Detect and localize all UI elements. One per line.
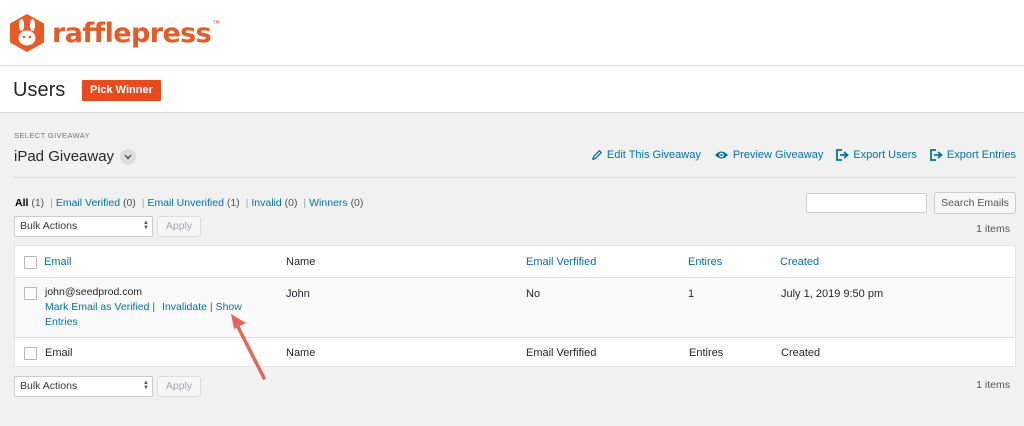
separator: | <box>50 197 53 209</box>
bulk-actions-select-top[interactable]: Bulk Actions ▲ ▼ <box>14 216 153 237</box>
select-giveaway-label: SELECT GIVEAWAY <box>14 131 91 140</box>
giveaway-actions: Edit This Giveaway Preview Giveaway Expo… <box>591 149 1016 161</box>
invalidate-link[interactable]: Invalidate <box>162 301 207 313</box>
export-entries-link[interactable]: Export Entries <box>930 149 1016 161</box>
edit-giveaway-label: Edit This Giveaway <box>606 149 701 161</box>
rafflepress-logo[interactable]: rafflepress ™ <box>8 13 220 53</box>
row-entries: 1 <box>688 288 695 300</box>
search-input[interactable] <box>806 193 927 213</box>
column-created[interactable]: Created <box>780 256 819 268</box>
apply-button-top[interactable]: Apply <box>157 216 201 237</box>
footer-column-name: Name <box>286 347 316 359</box>
column-email[interactable]: Email <box>44 256 72 268</box>
table-footer-row: Email Name Email Verfified Entires Creat… <box>15 338 1015 368</box>
apply-button-bottom[interactable]: Apply <box>157 376 201 397</box>
export-users-label: Export Users <box>853 149 917 161</box>
eye-icon <box>714 151 728 159</box>
separator: | <box>245 197 249 209</box>
column-name: Name <box>286 256 316 268</box>
top-bar: rafflepress ™ <box>0 0 1024 66</box>
items-count-top: 1 items <box>976 223 1010 235</box>
filter-email-unverified[interactable]: Email Unverified <box>147 197 223 209</box>
column-entries[interactable]: Entires <box>688 256 722 268</box>
separator: | <box>303 197 307 209</box>
mark-verified-link[interactable]: Mark Email as Verified <box>45 301 149 313</box>
pointer-arrow-icon <box>231 314 266 380</box>
footer-column-email-verified[interactable]: Email Verfified <box>526 347 596 359</box>
footer-column-created[interactable]: Created <box>781 347 820 359</box>
export-icon <box>930 149 943 161</box>
filter-count: (0) <box>284 197 298 209</box>
row-name: John <box>286 288 310 300</box>
export-entries-label: Export Entries <box>946 149 1016 161</box>
separator: | <box>141 197 145 209</box>
row-email: john@seedprod.com <box>45 286 143 298</box>
giveaway-selector[interactable]: iPad Giveaway <box>14 148 137 165</box>
export-users-link[interactable]: Export Users <box>836 149 917 161</box>
preview-giveaway-label: Preview Giveaway <box>732 149 824 161</box>
rafflepress-logo-icon <box>10 14 44 52</box>
brand-name: rafflepress <box>52 17 212 49</box>
filter-winners[interactable]: Winners <box>309 197 348 209</box>
giveaway-name: iPad Giveaway <box>14 148 115 165</box>
row-checkbox[interactable] <box>24 287 37 300</box>
preview-giveaway-link[interactable]: Preview Giveaway <box>714 149 823 161</box>
export-icon <box>836 149 850 161</box>
row-created: July 1, 2019 9:50 pm <box>781 288 884 300</box>
footer-column-entries[interactable]: Entires <box>689 347 723 359</box>
bulk-actions-select-bottom[interactable]: Bulk Actions ▲ ▼ <box>14 376 153 397</box>
bulk-actions-label: Bulk Actions <box>20 220 78 232</box>
select-all-checkbox[interactable] <box>24 256 37 269</box>
select-all-checkbox-footer[interactable] <box>24 347 37 360</box>
page-title: Users <box>13 79 66 101</box>
row-verified: No <box>526 288 541 300</box>
filter-count: (0) <box>350 197 364 209</box>
select-arrows-icon: ▲ ▼ <box>143 220 149 231</box>
trademark: ™ <box>212 18 221 28</box>
select-arrows-icon: ▲ ▼ <box>143 380 149 391</box>
filter-count: (1) <box>226 197 240 209</box>
filter-count: (0) <box>122 197 136 209</box>
chevron-down-icon[interactable] <box>120 148 137 165</box>
separator: | <box>209 301 213 313</box>
bulk-actions-label: Bulk Actions <box>20 380 78 392</box>
filter-count: (1) <box>31 197 45 209</box>
status-filters: All (1) | Email Verified (0) | Email Unver… <box>15 197 363 209</box>
divider <box>13 177 1016 178</box>
filter-invalid[interactable]: Invalid <box>251 197 281 209</box>
pick-winner-button[interactable]: Pick Winner <box>82 80 161 101</box>
table-header-row: Email Name Email Verfified Entires Creat… <box>15 246 1015 278</box>
items-count-bottom: 1 items <box>976 379 1010 391</box>
page-header: Users Pick Winner <box>0 67 1024 113</box>
table-row: john@seedprod.com Mark Email as Verified… <box>15 278 1015 338</box>
pencil-icon <box>591 149 603 161</box>
separator: | <box>152 301 156 313</box>
filter-all[interactable]: All <box>15 197 28 209</box>
filter-email-verified[interactable]: Email Verified <box>56 197 120 209</box>
edit-giveaway-link[interactable]: Edit This Giveaway <box>591 149 701 161</box>
users-table: Email Name Email Verfified Entires Creat… <box>14 245 1016 367</box>
column-email-verified[interactable]: Email Verfified <box>526 256 596 268</box>
search-emails-button[interactable]: Search Emails <box>934 192 1016 214</box>
footer-column-email[interactable]: Email <box>45 347 73 359</box>
